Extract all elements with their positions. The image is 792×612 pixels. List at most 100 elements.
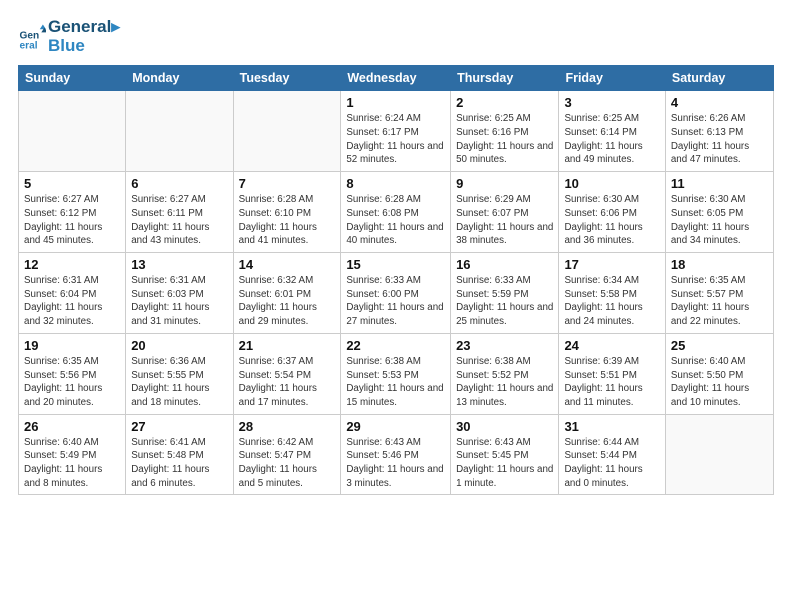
day-info: Sunrise: 6:28 AM Sunset: 6:08 PM Dayligh… <box>346 193 445 248</box>
day-info: Sunrise: 6:41 AM Sunset: 5:48 PM Dayligh… <box>131 436 227 491</box>
weekday-thursday: Thursday <box>451 66 559 91</box>
day-info: Sunrise: 6:33 AM Sunset: 5:59 PM Dayligh… <box>456 274 553 329</box>
day-number: 5 <box>24 176 120 191</box>
day-info: Sunrise: 6:44 AM Sunset: 5:44 PM Dayligh… <box>564 436 659 491</box>
day-number: 30 <box>456 419 553 434</box>
day-info: Sunrise: 6:34 AM Sunset: 5:58 PM Dayligh… <box>564 274 659 329</box>
calendar-cell: 22Sunrise: 6:38 AM Sunset: 5:53 PM Dayli… <box>341 333 451 414</box>
weekday-header-row: SundayMondayTuesdayWednesdayThursdayFrid… <box>19 66 774 91</box>
day-number: 9 <box>456 176 553 191</box>
calendar-cell <box>19 91 126 172</box>
day-number: 14 <box>239 257 336 272</box>
calendar-cell: 9 Sunrise: 6:29 AM Sunset: 6:07 PM Daylig… <box>451 172 559 253</box>
logo-text-general: General▸ <box>48 18 120 37</box>
day-number: 13 <box>131 257 227 272</box>
day-number: 8 <box>346 176 445 191</box>
week-row-4: 19 Sunrise: 6:35 AM Sunset: 5:56 PM Dayli… <box>19 333 774 414</box>
weekday-wednesday: Wednesday <box>341 66 451 91</box>
day-number: 27 <box>131 419 227 434</box>
calendar-cell: 11Sunrise: 6:30 AM Sunset: 6:05 PM Dayli… <box>665 172 773 253</box>
day-number: 4 <box>671 95 768 110</box>
day-info: Sunrise: 6:39 AM Sunset: 5:51 PM Dayligh… <box>564 355 659 410</box>
week-row-1: 1 Sunrise: 6:24 AM Sunset: 6:17 PM Daylig… <box>19 91 774 172</box>
week-row-2: 5 Sunrise: 6:27 AM Sunset: 6:12 PM Daylig… <box>19 172 774 253</box>
calendar-cell: 17 Sunrise: 6:34 AM Sunset: 5:58 PM Dayli… <box>559 253 665 334</box>
calendar-cell: 14 Sunrise: 6:32 AM Sunset: 6:01 PM Dayli… <box>233 253 341 334</box>
day-number: 29 <box>346 419 445 434</box>
weekday-friday: Friday <box>559 66 665 91</box>
calendar-cell: 8 Sunrise: 6:28 AM Sunset: 6:08 PM Daylig… <box>341 172 451 253</box>
day-info: Sunrise: 6:38 AM Sunset: 5:53 PM Dayligh… <box>346 355 445 410</box>
calendar-cell: 16 Sunrise: 6:33 AM Sunset: 5:59 PM Dayli… <box>451 253 559 334</box>
day-number: 28 <box>239 419 336 434</box>
calendar-cell: 5 Sunrise: 6:27 AM Sunset: 6:12 PM Daylig… <box>19 172 126 253</box>
day-info: Sunrise: 6:37 AM Sunset: 5:54 PM Dayligh… <box>239 355 336 410</box>
day-number: 21 <box>239 338 336 353</box>
calendar-cell: 21 Sunrise: 6:37 AM Sunset: 5:54 PM Dayli… <box>233 333 341 414</box>
weekday-saturday: Saturday <box>665 66 773 91</box>
calendar-cell: 25 Sunrise: 6:40 AM Sunset: 5:50 PM Dayli… <box>665 333 773 414</box>
day-info: Sunrise: 6:35 AM Sunset: 5:57 PM Dayligh… <box>671 274 768 329</box>
calendar-cell: 7 Sunrise: 6:28 AM Sunset: 6:10 PM Daylig… <box>233 172 341 253</box>
calendar-cell: 2 Sunrise: 6:25 AM Sunset: 6:16 PM Daylig… <box>451 91 559 172</box>
day-info: Sunrise: 6:43 AM Sunset: 5:45 PM Dayligh… <box>456 436 553 491</box>
day-info: Sunrise: 6:43 AM Sunset: 5:46 PM Dayligh… <box>346 436 445 491</box>
calendar-cell: 1 Sunrise: 6:24 AM Sunset: 6:17 PM Daylig… <box>341 91 451 172</box>
day-number: 7 <box>239 176 336 191</box>
day-info: Sunrise: 6:31 AM Sunset: 6:03 PM Dayligh… <box>131 274 227 329</box>
day-number: 20 <box>131 338 227 353</box>
day-number: 15 <box>346 257 445 272</box>
day-number: 2 <box>456 95 553 110</box>
day-number: 6 <box>131 176 227 191</box>
day-info: Sunrise: 6:32 AM Sunset: 6:01 PM Dayligh… <box>239 274 336 329</box>
day-info: Sunrise: 6:42 AM Sunset: 5:47 PM Dayligh… <box>239 436 336 491</box>
calendar-cell: 6Sunrise: 6:27 AM Sunset: 6:11 PM Daylig… <box>126 172 233 253</box>
calendar-cell: 29 Sunrise: 6:43 AM Sunset: 5:46 PM Dayli… <box>341 414 451 495</box>
calendar-page: Gen eral General▸ Blue SundayMondayTuesd… <box>0 0 792 612</box>
calendar-cell: 4Sunrise: 6:26 AM Sunset: 6:13 PM Daylig… <box>665 91 773 172</box>
day-info: Sunrise: 6:33 AM Sunset: 6:00 PM Dayligh… <box>346 274 445 329</box>
day-number: 11 <box>671 176 768 191</box>
day-info: Sunrise: 6:25 AM Sunset: 6:16 PM Dayligh… <box>456 112 553 167</box>
day-number: 18 <box>671 257 768 272</box>
day-info: Sunrise: 6:28 AM Sunset: 6:10 PM Dayligh… <box>239 193 336 248</box>
day-info: Sunrise: 6:27 AM Sunset: 6:12 PM Dayligh… <box>24 193 120 248</box>
day-info: Sunrise: 6:25 AM Sunset: 6:14 PM Dayligh… <box>564 112 659 167</box>
day-number: 17 <box>564 257 659 272</box>
weekday-tuesday: Tuesday <box>233 66 341 91</box>
calendar-cell: 23 Sunrise: 6:38 AM Sunset: 5:52 PM Dayli… <box>451 333 559 414</box>
day-number: 16 <box>456 257 553 272</box>
day-number: 26 <box>24 419 120 434</box>
day-info: Sunrise: 6:38 AM Sunset: 5:52 PM Dayligh… <box>456 355 553 410</box>
calendar-cell: 20 Sunrise: 6:36 AM Sunset: 5:55 PM Dayli… <box>126 333 233 414</box>
day-info: Sunrise: 6:36 AM Sunset: 5:55 PM Dayligh… <box>131 355 227 410</box>
calendar-cell: 26 Sunrise: 6:40 AM Sunset: 5:49 PM Dayli… <box>19 414 126 495</box>
calendar-cell: 24Sunrise: 6:39 AM Sunset: 5:51 PM Dayli… <box>559 333 665 414</box>
day-info: Sunrise: 6:30 AM Sunset: 6:06 PM Dayligh… <box>564 193 659 248</box>
calendar-cell <box>665 414 773 495</box>
day-number: 1 <box>346 95 445 110</box>
calendar-cell: 3 Sunrise: 6:25 AM Sunset: 6:14 PM Daylig… <box>559 91 665 172</box>
day-number: 25 <box>671 338 768 353</box>
logo: Gen eral General▸ Blue <box>18 18 120 55</box>
day-number: 12 <box>24 257 120 272</box>
calendar-table: SundayMondayTuesdayWednesdayThursdayFrid… <box>18 65 774 495</box>
day-info: Sunrise: 6:24 AM Sunset: 6:17 PM Dayligh… <box>346 112 445 167</box>
calendar-cell: 18 Sunrise: 6:35 AM Sunset: 5:57 PM Dayli… <box>665 253 773 334</box>
calendar-cell: 13 Sunrise: 6:31 AM Sunset: 6:03 PM Dayli… <box>126 253 233 334</box>
day-info: Sunrise: 6:40 AM Sunset: 5:50 PM Dayligh… <box>671 355 768 410</box>
weekday-monday: Monday <box>126 66 233 91</box>
day-number: 3 <box>564 95 659 110</box>
calendar-cell: 28 Sunrise: 6:42 AM Sunset: 5:47 PM Dayli… <box>233 414 341 495</box>
calendar-cell: 31Sunrise: 6:44 AM Sunset: 5:44 PM Dayli… <box>559 414 665 495</box>
day-info: Sunrise: 6:40 AM Sunset: 5:49 PM Dayligh… <box>24 436 120 491</box>
day-number: 23 <box>456 338 553 353</box>
week-row-5: 26 Sunrise: 6:40 AM Sunset: 5:49 PM Dayli… <box>19 414 774 495</box>
calendar-cell: 10Sunrise: 6:30 AM Sunset: 6:06 PM Dayli… <box>559 172 665 253</box>
day-number: 19 <box>24 338 120 353</box>
logo-icon: Gen eral <box>18 23 46 51</box>
calendar-cell: 12Sunrise: 6:31 AM Sunset: 6:04 PM Dayli… <box>19 253 126 334</box>
day-info: Sunrise: 6:35 AM Sunset: 5:56 PM Dayligh… <box>24 355 120 410</box>
calendar-cell <box>233 91 341 172</box>
day-info: Sunrise: 6:29 AM Sunset: 6:07 PM Dayligh… <box>456 193 553 248</box>
